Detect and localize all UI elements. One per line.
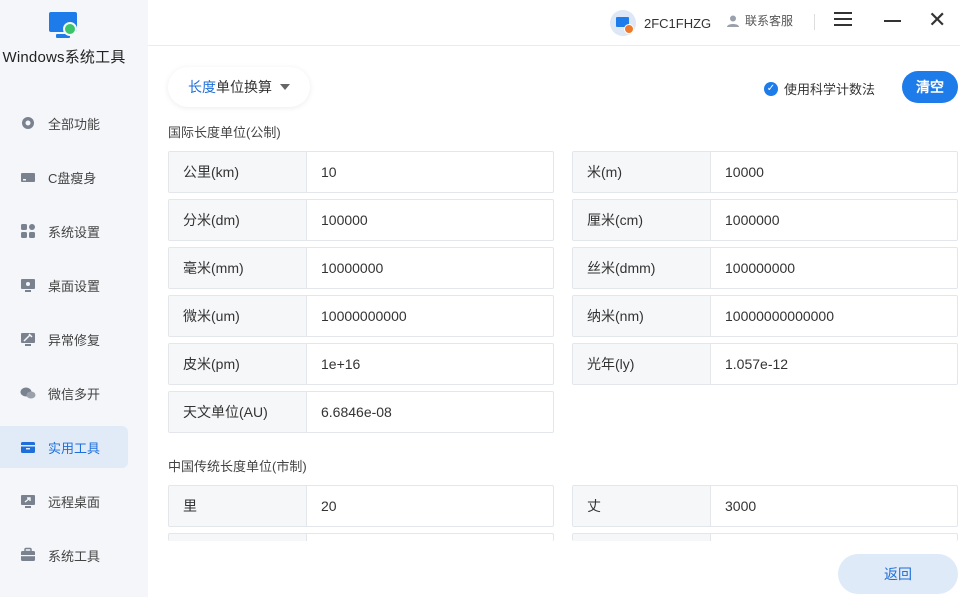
device-icon [610, 10, 636, 36]
unit-label: 皮米(pm) [169, 344, 307, 384]
unit-row: 皮米(pm) 1e+16 [168, 343, 554, 385]
converter-type-dropdown[interactable]: 长度 单位换算 [168, 67, 310, 107]
remote-icon [20, 493, 36, 509]
unit-label: 里 [169, 486, 307, 526]
unit-row: 纳米(nm) 10000000000000 [572, 295, 958, 337]
sidebar-item-label: 异常修复 [48, 332, 101, 348]
unit-label [573, 534, 711, 541]
unit-value-input[interactable]: 100000000 [711, 248, 957, 288]
contact-support-button[interactable]: 联系客服 [726, 12, 793, 29]
unit-value-input[interactable]: 3000 [711, 486, 957, 526]
grid-icon [20, 223, 36, 239]
sidebar-item-label: 远程桌面 [48, 494, 101, 510]
scientific-notation-label: 使用科学计数法 [784, 82, 876, 97]
sidebar-item-wechat-multi[interactable]: 微信多开 [0, 366, 148, 420]
wechat-icon [20, 385, 36, 401]
unit-label: 光年(ly) [573, 344, 711, 384]
sidebar-item-label: 实用工具 [48, 440, 101, 456]
briefcase-icon [20, 547, 36, 563]
unit-value-input[interactable]: 20 [307, 486, 553, 526]
unit-row: 米(m) 10000 [572, 151, 958, 193]
scientific-notation-checkbox[interactable]: ✓ 使用科学计数法 [764, 79, 875, 98]
sidebar-item-c-drive[interactable]: C盘瘦身 [0, 150, 148, 204]
metric-section-title: 国际长度单位(公制) [168, 125, 281, 140]
caret-down-icon [280, 84, 290, 90]
check-icon: ✓ [764, 81, 778, 96]
unit-row-partial [168, 533, 554, 541]
unit-row: 里 20 [168, 485, 554, 527]
minimize-icon[interactable] [884, 12, 902, 30]
sidebar-item-all-features[interactable]: 全部功能 [0, 96, 148, 150]
clear-button[interactable]: 清空 [902, 71, 958, 103]
unit-label: 分米(dm) [169, 200, 307, 240]
toolbox-icon [20, 439, 36, 455]
unit-value-input[interactable]: 10000 [711, 152, 957, 192]
unit-value-input[interactable]: 100000 [307, 200, 553, 240]
unit-value-input[interactable]: 1000000 [711, 200, 957, 240]
chinese-section-title: 中国传统长度单位(市制) [168, 459, 307, 474]
unit-label: 厘米(cm) [573, 200, 711, 240]
gear-icon [20, 115, 36, 131]
sidebar-item-label: C盘瘦身 [48, 170, 97, 186]
sidebar-item-label: 桌面设置 [48, 278, 101, 294]
unit-row: 厘米(cm) 1000000 [572, 199, 958, 241]
unit-label [169, 534, 307, 541]
unit-value-input[interactable]: 10000000 [307, 248, 553, 288]
unit-value-input[interactable]: 1e+16 [307, 344, 553, 384]
unit-label: 米(m) [573, 152, 711, 192]
device-name: 2FC1FHZG [644, 15, 712, 31]
unit-row: 公里(km) 10 [168, 151, 554, 193]
sidebar-item-desktop-settings[interactable]: 桌面设置 [0, 258, 148, 312]
user-icon [727, 15, 739, 27]
sidebar-item-utilities[interactable]: 实用工具 [0, 426, 128, 468]
header-divider [814, 14, 815, 30]
unit-label: 毫米(mm) [169, 248, 307, 288]
close-icon[interactable]: ✕ [928, 9, 946, 31]
unit-value-input[interactable]: 6.6846e-08 [307, 392, 553, 432]
sidebar-item-label: 全部功能 [48, 116, 101, 132]
sidebar-item-label: 微信多开 [48, 386, 101, 402]
app-title: Windows系统工具 [2, 49, 126, 66]
unit-value-input[interactable] [711, 534, 957, 541]
dropdown-text: 单位换算 [216, 79, 272, 95]
sidebar-item-remote-desktop[interactable]: 远程桌面 [0, 474, 148, 528]
unit-value-input[interactable]: 1.057e-12 [711, 344, 957, 384]
unit-label: 公里(km) [169, 152, 307, 192]
unit-value-input[interactable]: 10 [307, 152, 553, 192]
disk-icon [20, 169, 36, 185]
app-logo-icon [48, 10, 78, 40]
unit-value-input[interactable]: 10000000000000 [711, 296, 957, 336]
title-bar: 2FC1FHZG 联系客服 ✕ [148, 0, 960, 46]
sidebar: Windows系统工具 全部功能 C盘瘦身 系统设置 桌面设置 异常修复 微信多… [0, 0, 148, 597]
unit-row: 丝米(dmm) 100000000 [572, 247, 958, 289]
unit-value-input[interactable]: 10000000000 [307, 296, 553, 336]
monitor-icon [20, 277, 36, 293]
unit-row: 微米(um) 10000000000 [168, 295, 554, 337]
sidebar-item-system-settings[interactable]: 系统设置 [0, 204, 148, 258]
unit-row: 毫米(mm) 10000000 [168, 247, 554, 289]
unit-label: 天文单位(AU) [169, 392, 307, 432]
sidebar-item-system-tools[interactable]: 系统工具 [0, 528, 148, 582]
unit-row: 分米(dm) 100000 [168, 199, 554, 241]
dropdown-highlight-text: 长度 [188, 79, 216, 95]
sidebar-item-label: 系统工具 [48, 548, 101, 564]
unit-label: 丝米(dmm) [573, 248, 711, 288]
sidebar-nav: 全部功能 C盘瘦身 系统设置 桌面设置 异常修复 微信多开 实用工具 远程桌面 [0, 96, 148, 582]
unit-row: 天文单位(AU) 6.6846e-08 [168, 391, 554, 433]
unit-row: 丈 3000 [572, 485, 958, 527]
unit-label: 纳米(nm) [573, 296, 711, 336]
menu-icon[interactable] [834, 12, 854, 30]
repair-icon [20, 331, 36, 347]
unit-label: 丈 [573, 486, 711, 526]
unit-row: 光年(ly) 1.057e-12 [572, 343, 958, 385]
support-label: 联系客服 [745, 14, 794, 28]
back-button[interactable]: 返回 [838, 554, 958, 594]
unit-label: 微米(um) [169, 296, 307, 336]
sidebar-item-repair[interactable]: 异常修复 [0, 312, 148, 366]
unit-row-partial [572, 533, 958, 541]
sidebar-item-label: 系统设置 [48, 224, 101, 240]
device-info[interactable]: 2FC1FHZG [610, 10, 711, 36]
unit-value-input[interactable] [307, 534, 553, 541]
